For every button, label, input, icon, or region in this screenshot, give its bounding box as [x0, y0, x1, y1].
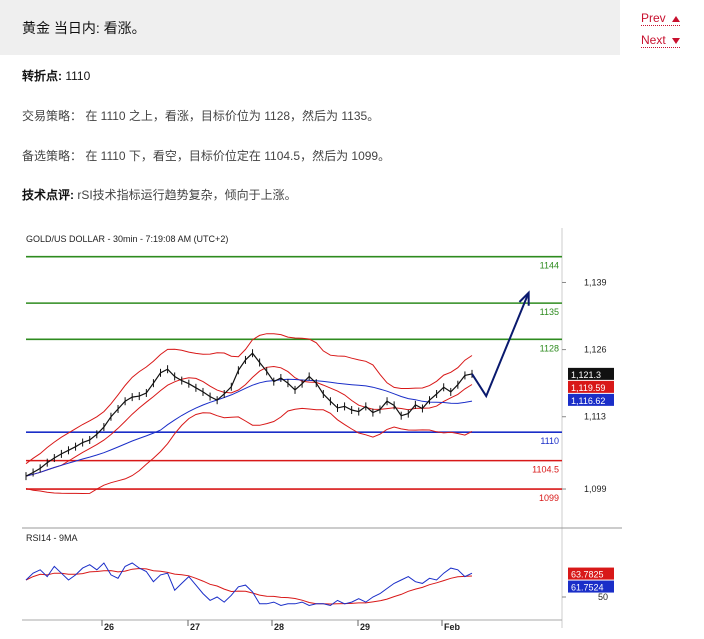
comment-line: 技术点评: rSI技术指标运行趋势复杂，倾向于上涨。	[22, 186, 297, 203]
x-tick-label: 28	[274, 622, 284, 632]
x-tick-label: Feb	[444, 622, 461, 632]
y-tick-label: 1,139	[584, 277, 607, 287]
price-tag-label: 1,116.62	[571, 396, 605, 406]
x-tick-label: 27	[190, 622, 200, 632]
prev-link[interactable]: Prev	[641, 11, 680, 26]
level-label: 1128	[540, 343, 559, 353]
strategy-text: 交易策略： 在 1110 之上，看涨，目标价位为 1128，然后为 1135。	[22, 109, 380, 123]
prev-label: Prev	[641, 11, 666, 25]
rsi-title: RSI14 - 9MA	[26, 533, 78, 543]
rsi-tag-label: 63.7825	[571, 570, 604, 580]
page-title: 黄金 当日内: 看涨。	[22, 20, 146, 36]
level-label: 1104.5	[532, 465, 559, 475]
pivot-value: 1110	[62, 69, 91, 83]
triangle-up-icon	[671, 15, 680, 22]
y-tick-label: 1,099	[584, 484, 607, 494]
comment-label: 技术点评:	[22, 188, 74, 202]
gold-price-chart: GOLD/US DOLLAR - 30min - 7:19:08 AM (UTC…	[22, 228, 622, 634]
rsi-tag-label: 61.7524	[571, 583, 604, 593]
price-tag-label: 1,119.59	[571, 383, 605, 393]
comment-text: rSI技术指标运行趋势复杂，倾向于上涨。	[74, 188, 297, 202]
y-tick-label: 1,126	[584, 345, 607, 355]
next-link[interactable]: Next	[641, 33, 680, 48]
rsi-y-tick-label: 50	[598, 592, 608, 602]
x-tick-label: 26	[104, 622, 114, 632]
price-tag-label: 1,121.3	[571, 370, 601, 380]
pivot-label: 转折点:	[22, 69, 62, 83]
x-tick-label: 29	[360, 622, 370, 632]
alternative-text: 备选策略： 在 1110 下，看空，目标价位定在 1104.5，然后为 1099…	[22, 149, 391, 163]
pivot-line: 转折点: 1110	[22, 67, 90, 84]
header-bar: 黄金 当日内: 看涨。	[0, 0, 620, 55]
triangle-down-icon	[671, 37, 680, 44]
level-label: 1110	[540, 436, 559, 446]
next-label: Next	[641, 33, 666, 47]
chart-background	[22, 228, 622, 634]
y-tick-label: 1,113	[584, 412, 606, 422]
chart-title: GOLD/US DOLLAR - 30min - 7:19:08 AM (UTC…	[26, 234, 228, 244]
level-label: 1135	[540, 307, 559, 317]
level-label: 1144	[540, 261, 559, 271]
level-label: 1099	[539, 493, 559, 503]
